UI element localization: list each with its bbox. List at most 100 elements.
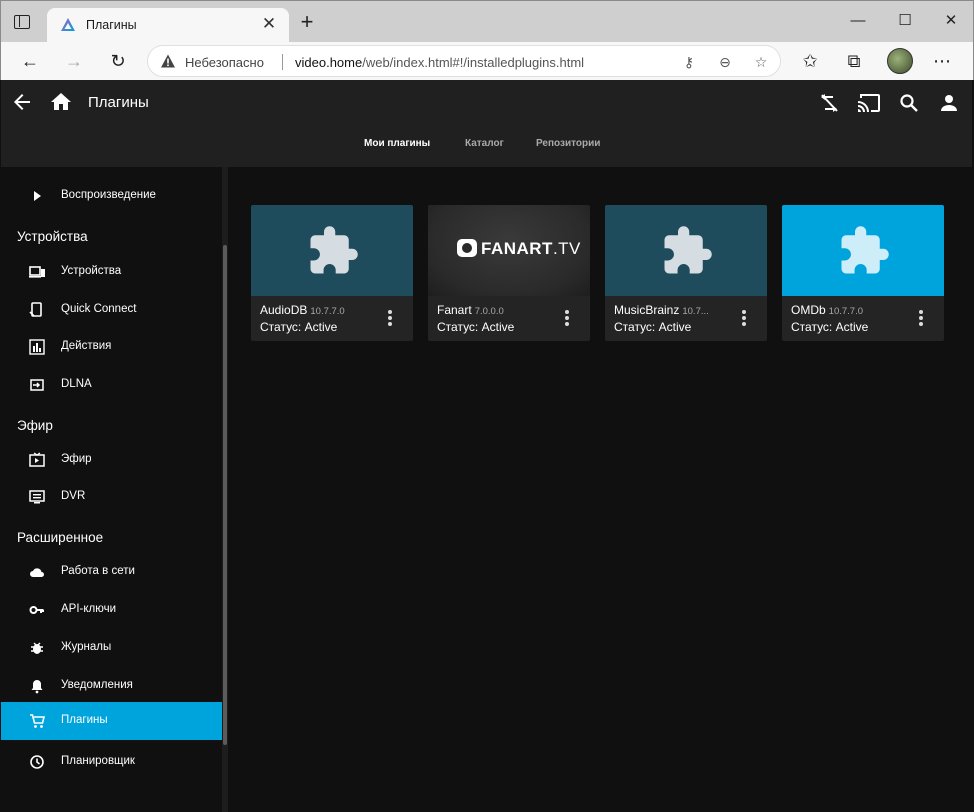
tab-actions-icon[interactable]: [14, 15, 30, 29]
refresh-icon[interactable]: ↻: [107, 50, 129, 72]
browser-tab-title: Плагины: [86, 18, 137, 32]
sidebar-item-label: Плагины: [61, 714, 108, 726]
plugin-card-image[interactable]: [782, 205, 944, 296]
plugin-card-image[interactable]: FANART.TV: [428, 205, 590, 296]
favorites-icon[interactable]: ✩: [799, 50, 821, 72]
sidebar-scrollbar-thumb[interactable]: [223, 245, 227, 745]
sidebar-item-label: Quick Connect: [61, 303, 137, 315]
sidebar-item-live-tv[interactable]: Эфир: [1, 441, 223, 479]
app-header: Плагины Мои плагины Каталог Репозитории: [1, 80, 972, 167]
sidebar-item-label: Уведомления: [61, 679, 133, 691]
jellyfin-app: Плагины Мои плагины Каталог Репозитории …: [1, 80, 972, 812]
more-vert-icon[interactable]: [915, 309, 927, 327]
collections-icon[interactable]: ⧉: [843, 50, 865, 72]
bug-icon: [31, 642, 43, 654]
sidebar-item-label: Планировщик: [61, 755, 135, 767]
sidebar-item-dvr[interactable]: DVR: [1, 478, 223, 516]
sidebar-item-networking[interactable]: Работа в сети: [1, 553, 223, 591]
sidebar-item-label: Воспроизведение: [61, 189, 156, 201]
plugin-card-musicbrainz[interactable]: MusicBrainz 10.7... Статус: Active: [605, 205, 767, 341]
zoom-out-icon[interactable]: ⊖: [716, 53, 734, 71]
puzzle-icon: [310, 226, 358, 274]
plugin-name-line: Fanart 7.0.0.0: [437, 303, 504, 317]
plugin-name: OMDb: [791, 303, 826, 317]
browser-navbar: ← → ↻ Небезопасно video.home/web/index.h…: [0, 42, 974, 80]
bell-icon: [31, 680, 43, 694]
fanart-tv-icon: [457, 239, 477, 257]
cast-icon[interactable]: [857, 91, 881, 115]
plugin-status: Статус: Active: [437, 320, 515, 334]
sidebar-item-logs[interactable]: Журналы: [1, 629, 223, 667]
add-favorite-icon[interactable]: ☆: [752, 53, 770, 71]
sidebar-header-live: Эфир: [17, 418, 53, 433]
phonelink-icon: [29, 302, 42, 317]
plugin-name-line: AudioDB 10.7.7.0: [260, 303, 345, 317]
url-text[interactable]: video.home/web/index.html#!/installedplu…: [295, 55, 584, 70]
sidebar-item-label: DVR: [61, 490, 86, 502]
plugin-name-line: MusicBrainz 10.7...: [614, 303, 709, 317]
sidebar-item-label: Устройства: [61, 265, 122, 277]
back-arrow-icon[interactable]: [10, 90, 34, 114]
sidebar-item-devices[interactable]: Устройства: [1, 253, 223, 291]
search-icon[interactable]: [897, 91, 921, 115]
plugin-name: Fanart: [437, 303, 472, 317]
more-vert-icon[interactable]: [384, 309, 396, 327]
more-vert-icon[interactable]: [561, 309, 573, 327]
forward-icon[interactable]: →: [63, 50, 85, 72]
plugin-version: 10.7...: [682, 306, 709, 317]
sidebar-item-label: API-ключи: [61, 603, 117, 615]
tab-my-plugins[interactable]: Мои плагины: [364, 138, 430, 149]
plugin-version: 7.0.0.0: [474, 306, 504, 317]
sidebar-item-label: Эфир: [61, 453, 92, 465]
plugins-grid: AudioDB 10.7.7.0 Статус: Active FANART.TV…: [228, 167, 972, 812]
plugin-status: Статус: Active: [260, 320, 338, 334]
plugin-card-image[interactable]: [605, 205, 767, 296]
sidebar-item-quick-connect[interactable]: Quick Connect: [1, 291, 223, 329]
sidebar-header-advanced: Расширенное: [17, 530, 104, 545]
plugin-status: Статус: Active: [614, 320, 692, 334]
address-separator: [282, 54, 283, 70]
devices-icon: [29, 266, 45, 278]
tab-repositories[interactable]: Репозитории: [536, 138, 600, 149]
clock-icon: [30, 755, 44, 769]
sidebar-item-activity[interactable]: Действия: [1, 328, 223, 366]
tab-close-icon[interactable]: ✕: [259, 14, 279, 34]
cloud-icon: [30, 568, 44, 577]
sidebar-item-notifications[interactable]: Уведомления: [1, 667, 223, 705]
sidebar-item-plugins[interactable]: Плагины: [1, 702, 223, 740]
insecure-label[interactable]: Небезопасно: [185, 55, 264, 70]
cart-icon: [30, 714, 45, 728]
sidebar-item-scheduler[interactable]: Планировщик: [1, 743, 223, 781]
fanart-logo: FANART.TV: [457, 239, 581, 259]
key-icon[interactable]: ⚷: [680, 53, 698, 71]
maximize-icon[interactable]: ☐: [895, 11, 915, 31]
input-icon: [30, 379, 44, 391]
home-icon[interactable]: [49, 90, 73, 114]
plugin-card-audiodb[interactable]: AudioDB 10.7.7.0 Статус: Active: [251, 205, 413, 341]
sync-play-icon[interactable]: [817, 91, 841, 115]
address-bar[interactable]: Небезопасно video.home/web/index.html#!/…: [147, 45, 781, 77]
new-tab-icon[interactable]: +: [297, 11, 317, 33]
puzzle-icon: [841, 226, 889, 274]
user-icon[interactable]: [937, 91, 961, 115]
plugin-card-image[interactable]: [251, 205, 413, 296]
tab-catalog[interactable]: Каталог: [465, 138, 504, 149]
more-vert-icon[interactable]: [738, 309, 750, 327]
minimize-icon[interactable]: —: [848, 11, 868, 31]
sidebar-item-dlna[interactable]: DLNA: [1, 366, 223, 404]
sidebar-item-label: DLNA: [61, 378, 92, 390]
url-host: video.home: [295, 55, 363, 70]
plugin-card-omdb[interactable]: OMDb 10.7.7.0 Статус: Active: [782, 205, 944, 341]
dvr-icon: [29, 490, 45, 504]
plugin-name-line: OMDb 10.7.7.0: [791, 303, 863, 317]
profile-avatar[interactable]: [887, 48, 913, 74]
plugin-version: 10.7.7.0: [310, 306, 345, 317]
back-icon[interactable]: ←: [19, 50, 41, 72]
plugin-card-fanart[interactable]: FANART.TV Fanart 7.0.0.0 Статус: Active: [428, 205, 590, 341]
window-close-icon[interactable]: ✕: [941, 11, 961, 31]
play-icon: [34, 191, 41, 201]
sidebar-item-api-keys[interactable]: API-ключи: [1, 591, 223, 629]
browser-tab[interactable]: Плагины ✕: [47, 8, 289, 43]
sidebar-item-playback[interactable]: Воспроизведение: [1, 177, 223, 215]
more-icon[interactable]: ⋯: [931, 50, 953, 72]
